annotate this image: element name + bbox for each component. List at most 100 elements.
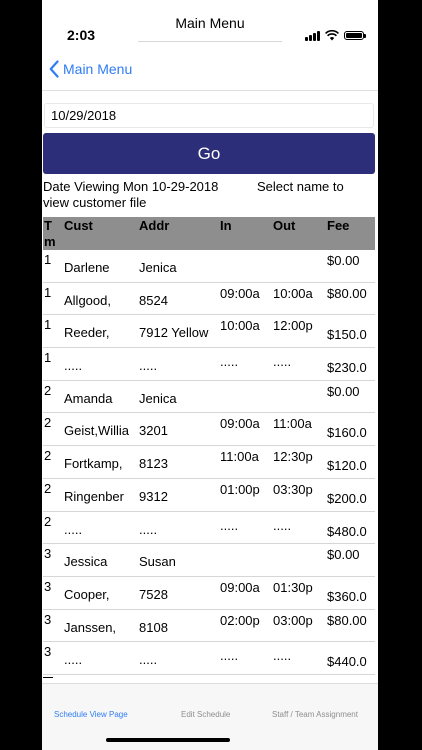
cell-cust[interactable]: Geist,Willia: [64, 423, 138, 438]
cell-cust[interactable]: Cooper,: [64, 587, 138, 602]
cell-cust[interactable]: Amanda: [64, 391, 138, 406]
header-fee: Fee: [327, 218, 350, 233]
cell-in: 01:00p: [220, 481, 260, 497]
cell-addr: 7912 Yellow: [139, 325, 209, 341]
cell-addr: 9312: [139, 488, 168, 504]
phone-screen: 2:03 Main Menu Main Menu 10/29/2018 Go D…: [42, 0, 378, 750]
table-row[interactable]: 2 Fortkamp, 8123 11:00a 12:30p $120.0: [43, 446, 375, 479]
wifi-icon: [325, 29, 339, 40]
nav-divider: [42, 90, 378, 91]
cell-addr: .....: [139, 358, 158, 374]
table-row[interactable]: 3 Janssen, 8108 02:00p 03:00p $80.00: [43, 610, 375, 643]
cell-out: 01:30p: [273, 579, 313, 595]
cell-cust[interactable]: Fortkamp,: [64, 456, 138, 471]
tab-edit-schedule[interactable]: Edit Schedule: [181, 710, 230, 719]
cell-tm: 3: [44, 611, 52, 627]
back-button-label: Main Menu: [63, 61, 133, 77]
cell-tm: 3: [44, 644, 52, 660]
date-input[interactable]: 10/29/2018: [44, 103, 374, 128]
cell-fee: $160.0: [327, 425, 367, 441]
cell-addr: Jenica: [139, 260, 177, 275]
notch-divider: [138, 41, 282, 42]
cell-tm: 2: [44, 415, 52, 431]
cell-tm: 2: [44, 513, 52, 529]
cell-addr: Jenica: [139, 390, 177, 406]
cellular-signal-icon: [305, 30, 320, 41]
cell-out: 12:00p: [273, 318, 313, 334]
cell-in: .....: [220, 648, 239, 664]
status-icons: [305, 28, 366, 42]
table-row[interactable]: 1 Darlene Jenica $0.00: [43, 250, 375, 283]
cell-out: .....: [273, 354, 292, 370]
header-in: In: [220, 218, 232, 233]
table-row[interactable]: 3 ..... ..... ..... ..... $440.0: [43, 642, 375, 675]
cell-tm: 3: [44, 578, 52, 594]
header-tm: T m: [44, 218, 56, 249]
cell-out: 10:00a: [273, 285, 313, 301]
chevron-left-icon: [49, 60, 59, 78]
cell-tm: 1: [44, 284, 52, 300]
cell-in: 09:00a: [220, 579, 260, 595]
status-bar: 2:03 Main Menu: [42, 0, 378, 48]
header-cust: Cust: [64, 218, 93, 233]
cell-fee: $0.00: [327, 253, 360, 268]
table-row[interactable]: 2 ..... ..... ..... ..... $480.0: [43, 512, 375, 545]
cell-fee: $80.00: [327, 285, 367, 301]
table-row[interactable]: 1 ..... ..... ..... ..... $230.0: [43, 348, 375, 381]
cell-cust[interactable]: .....: [64, 358, 138, 373]
cell-in: 11:00a: [220, 449, 259, 465]
table-row[interactable]: 3 Cooper, 7528 09:00a 01:30p $360.0: [43, 577, 375, 610]
cell-in: .....: [220, 354, 239, 370]
cell-addr: 8108: [139, 619, 168, 635]
table-row[interactable]: 1 Allgood, 8524 09:00a 10:00a $80.00: [43, 283, 375, 316]
table-row[interactable]: 2 Ringenber 9312 01:00p 03:30p $200.0: [43, 479, 375, 512]
home-indicator: [106, 738, 230, 742]
cell-in: 02:00p: [220, 612, 260, 628]
battery-icon: [344, 30, 366, 40]
cell-cust[interactable]: Darlene: [64, 260, 138, 275]
cell-fee: $360.0: [327, 588, 367, 604]
cell-addr: .....: [139, 521, 158, 537]
table-row[interactable]: 2 Amanda Jenica $0.00: [43, 381, 375, 414]
cell-cust[interactable]: .....: [64, 652, 138, 667]
cell-out: 03:00p: [273, 612, 313, 628]
cell-addr: 8123: [139, 456, 168, 472]
table-row[interactable]: 1 Reeder, 7912 Yellow 10:00a 12:00p $150…: [43, 315, 375, 349]
cell-cust[interactable]: Janssen,: [64, 620, 138, 635]
cell-cust[interactable]: .....: [64, 522, 138, 537]
header-addr: Addr: [139, 218, 170, 233]
select-name-hint-cont: view customer file: [43, 195, 147, 210]
cell-fee: $80.00: [327, 612, 367, 628]
cell-addr: 7528: [139, 586, 168, 602]
cell-cust[interactable]: Ringenber: [64, 489, 138, 504]
go-button[interactable]: Go: [43, 133, 375, 174]
cell-fee: $200.0: [327, 490, 367, 506]
cell-tm: 2: [44, 448, 52, 464]
cell-fee: $0.00: [327, 383, 360, 399]
cell-fee: $230.0: [327, 360, 367, 376]
cell-out: .....: [273, 517, 292, 533]
cell-tm: 2: [44, 480, 52, 496]
table-row[interactable]: 3 Jessica Susan $0.00: [43, 544, 375, 577]
cell-in: 09:00a: [220, 416, 260, 432]
table-row[interactable]: 2 Geist,Willia 3201 09:00a 11:00a $160.0: [43, 413, 375, 447]
cell-cust[interactable]: Jessica: [64, 554, 138, 569]
schedule-table: 1 Darlene Jenica $0.00 1 Allgood, 8524 0…: [43, 250, 375, 675]
tab-schedule-view[interactable]: Schedule View Page: [54, 710, 128, 719]
partial-row-edge: [43, 677, 53, 678]
schedule-table-header: T m Cust Addr In Out Fee: [43, 217, 375, 250]
cell-addr: 3201: [139, 423, 168, 439]
cell-out: 12:30p: [273, 449, 313, 465]
cell-out: .....: [273, 648, 292, 664]
select-name-hint: Select name to: [257, 179, 344, 194]
cell-cust[interactable]: Allgood,: [64, 293, 138, 308]
cell-fee: $440.0: [327, 654, 367, 670]
cell-in: .....: [220, 517, 239, 533]
cell-cust[interactable]: Reeder,: [64, 325, 138, 340]
back-button[interactable]: Main Menu: [49, 56, 132, 82]
info-text: Date Viewing Mon 10-29-2018 Select name …: [43, 179, 375, 211]
cell-addr: Susan: [139, 554, 176, 570]
cell-addr: .....: [139, 652, 158, 668]
tab-staff-team-assignment[interactable]: Staff / Team Assignment: [272, 710, 358, 719]
cell-fee: $480.0: [327, 523, 367, 539]
